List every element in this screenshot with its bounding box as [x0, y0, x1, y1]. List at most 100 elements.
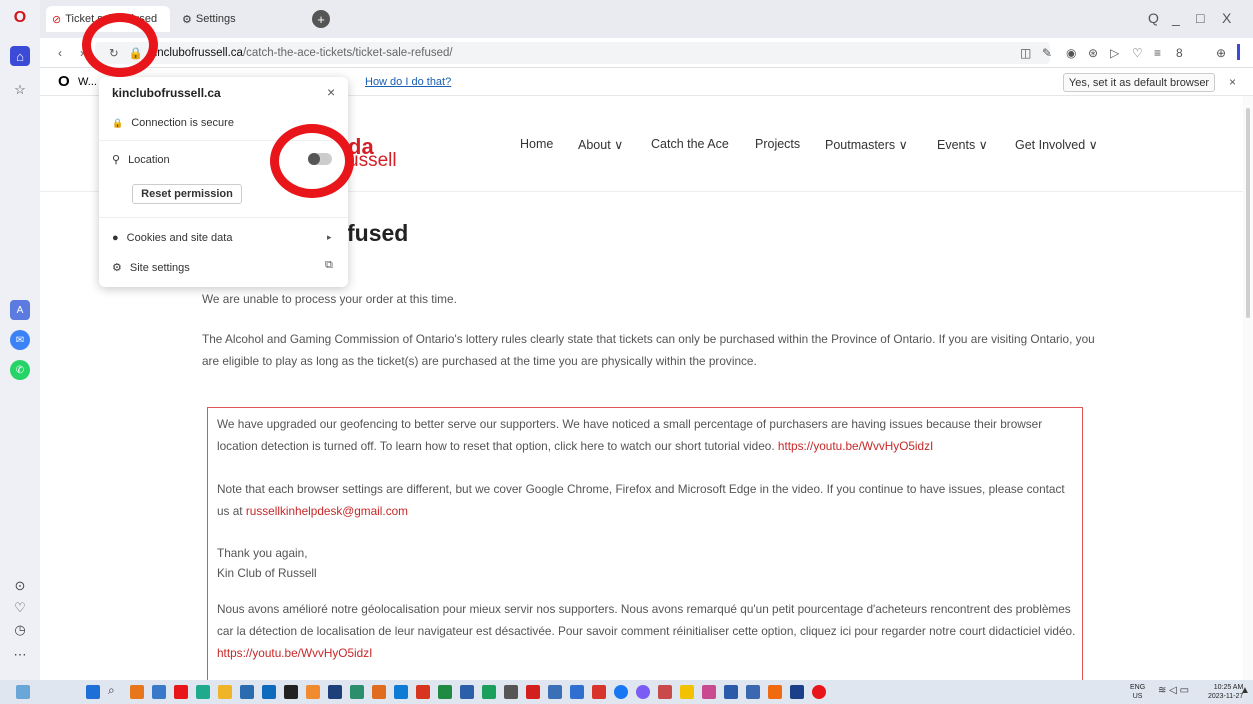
app-icon-3[interactable] — [174, 685, 188, 699]
app-icon-8[interactable] — [350, 685, 364, 699]
messenger-taskbar-icon[interactable] — [636, 685, 650, 699]
lang-label: ENG — [1130, 684, 1146, 691]
app-icon-19[interactable] — [724, 685, 738, 699]
nav-poutmasters[interactable]: Poutmasters ∨ — [825, 137, 908, 152]
popup-close-icon[interactable]: × — [327, 84, 335, 100]
mail-icon[interactable] — [262, 685, 276, 699]
file-explorer-icon[interactable] — [218, 685, 232, 699]
app-icon-7[interactable] — [328, 685, 342, 699]
app-icon-16[interactable] — [658, 685, 672, 699]
amazon-icon[interactable] — [284, 685, 298, 699]
app-icon-13[interactable] — [526, 685, 540, 699]
page-scrollbar[interactable] — [1243, 96, 1253, 680]
opera-taskbar-icon[interactable] — [812, 685, 826, 699]
nav-events[interactable]: Events ∨ — [937, 137, 988, 152]
how-link[interactable]: How do I do that? — [365, 76, 451, 88]
start-button-icon[interactable] — [86, 685, 100, 699]
app-icon-4[interactable] — [196, 685, 210, 699]
tab-settings[interactable]: ⚙ Settings — [176, 6, 286, 32]
facebook-icon[interactable] — [614, 685, 628, 699]
infobar-close-icon[interactable]: × — [1229, 75, 1236, 89]
site-logo-bottom[interactable]: ussell — [348, 150, 397, 172]
app-icon-20[interactable] — [746, 685, 760, 699]
bookmarks-star-icon[interactable]: ☆ — [10, 80, 30, 100]
helpdesk-email-link[interactable]: russellkinhelpdesk@gmail.com — [246, 504, 408, 518]
more-icon[interactable]: ⋯ — [10, 645, 30, 665]
close-window-button[interactable]: X — [1222, 10, 1231, 26]
nav-get-involved[interactable]: Get Involved ∨ — [1015, 137, 1098, 152]
menu-icon[interactable]: ≡ — [1154, 46, 1161, 60]
nav-about[interactable]: About ∨ — [578, 137, 623, 152]
set-default-button[interactable]: Yes, set it as default browser — [1063, 73, 1215, 92]
app-icon-1[interactable] — [130, 685, 144, 699]
app-icon-10[interactable] — [416, 685, 430, 699]
intro-paragraph: We are unable to process your order at t… — [202, 292, 457, 306]
app-icon-18[interactable] — [702, 685, 716, 699]
nav-projects[interactable]: Projects — [755, 137, 800, 151]
app-icon-14[interactable] — [548, 685, 562, 699]
messenger-icon[interactable]: ✉ — [10, 330, 30, 350]
whatsapp-icon[interactable]: ✆ — [10, 360, 30, 380]
address-row: ‹ › ↻ 🔒 kinclubofrussell.ca/catch-the-ac… — [40, 38, 1253, 68]
site-settings-label: Site settings — [129, 261, 190, 274]
player-icon[interactable]: ⊙ — [10, 576, 30, 596]
accent-bar — [1237, 44, 1240, 60]
heart-icon[interactable]: ♡ — [10, 598, 30, 618]
network-volume-battery-icon[interactable]: ≋ ◁ ▭ — [1158, 685, 1189, 696]
notice-browsers: Note that each browser settings are diff… — [217, 478, 1077, 522]
heart-toolbar-icon[interactable]: ♡ — [1132, 46, 1143, 60]
weather-icon[interactable] — [16, 685, 30, 699]
app-icon-17[interactable] — [680, 685, 694, 699]
back-icon[interactable]: ‹ — [58, 46, 62, 60]
history-clock-icon[interactable]: ◷ — [10, 620, 30, 640]
app-icon-5[interactable] — [240, 685, 254, 699]
scroll-thumb[interactable] — [1246, 108, 1250, 318]
profile-icon[interactable]: 8 — [1176, 46, 1183, 60]
connection-row: 🔒 Connection is secure — [112, 117, 234, 129]
clock[interactable]: 10:25 AM 2023-11-27 — [1208, 683, 1243, 701]
search-tabs-icon[interactable]: Q — [1148, 10, 1159, 26]
reader-icon[interactable]: ◫ — [1020, 46, 1031, 60]
extensions-icon[interactable]: ⊕ — [1216, 46, 1226, 60]
notification-bell-icon[interactable]: ▲ — [1240, 685, 1250, 696]
url-field[interactable]: ↻ 🔒 kinclubofrussell.ca/catch-the-ace-ti… — [95, 42, 1050, 64]
chevron-right-icon[interactable]: ▸ — [327, 232, 332, 243]
tab-label: Settings — [195, 13, 236, 25]
notice-english: We have upgraded our geofencing to bette… — [217, 413, 1077, 457]
open-external-icon[interactable]: ⧉ — [325, 259, 333, 272]
minimize-button[interactable]: _ — [1172, 10, 1180, 26]
acrobat-icon[interactable] — [592, 685, 606, 699]
tutorial-link-fr[interactable]: https://youtu.be/WvvHyO5idzI — [217, 646, 372, 660]
reset-permission-button[interactable]: Reset permission — [132, 184, 242, 204]
excel-icon[interactable] — [438, 685, 452, 699]
cookies-row[interactable]: ● Cookies and site data — [112, 232, 232, 244]
location-row: ⚲ Location — [112, 153, 170, 167]
app-icon-2[interactable] — [152, 685, 166, 699]
site-settings-row[interactable]: ⚙ Site settings — [112, 261, 190, 275]
app-icon-15[interactable] — [570, 685, 584, 699]
location-label: Location — [128, 153, 170, 166]
app-icon-6[interactable] — [306, 685, 320, 699]
aria-icon[interactable]: A — [10, 300, 30, 320]
tutorial-link[interactable]: https://youtu.be/WvvHyO5idzI — [778, 439, 933, 453]
camera-icon[interactable]: ◉ — [1066, 46, 1076, 60]
new-tab-button[interactable]: + — [312, 10, 330, 28]
app-icon-11[interactable] — [482, 685, 496, 699]
home-icon[interactable]: ⌂ — [10, 46, 30, 66]
maximize-button[interactable]: □ — [1196, 10, 1204, 26]
nav-catch-the-ace[interactable]: Catch the Ace — [651, 137, 729, 151]
search-icon[interactable]: ⌕ — [108, 683, 122, 697]
firefox-icon[interactable] — [768, 685, 782, 699]
word-icon[interactable] — [460, 685, 474, 699]
outlook-icon[interactable] — [394, 685, 408, 699]
opera-logo-icon[interactable]: O — [10, 8, 30, 28]
language-indicator[interactable]: ENG US — [1130, 683, 1145, 701]
app-icon-12[interactable] — [504, 685, 518, 699]
send-icon[interactable]: ▷ — [1110, 46, 1119, 60]
cookies-label: Cookies and site data — [126, 232, 233, 244]
vpn-icon[interactable]: ⊛ — [1088, 46, 1098, 60]
edit-icon[interactable]: ✎ — [1042, 46, 1052, 60]
app-icon-21[interactable] — [790, 685, 804, 699]
nav-home[interactable]: Home — [520, 137, 553, 151]
app-icon-9[interactable] — [372, 685, 386, 699]
